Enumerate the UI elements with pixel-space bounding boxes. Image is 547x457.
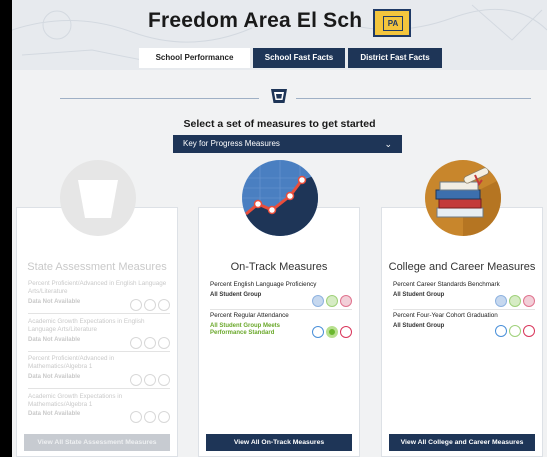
status-dot xyxy=(144,298,156,311)
card-title: College and Career Measures xyxy=(388,261,536,273)
divider xyxy=(393,309,535,310)
status-dot-green xyxy=(509,294,521,307)
tab-school-performance[interactable]: School Performance xyxy=(139,48,250,68)
card-title: State Assessment Measures xyxy=(27,261,167,273)
divider-left xyxy=(60,98,259,99)
prompt-text: Select a set of measures to get started xyxy=(183,118,376,130)
pa-badge-text: PA xyxy=(383,16,403,31)
status-dot xyxy=(130,410,142,423)
divider xyxy=(28,388,170,389)
status-dots xyxy=(493,292,535,310)
trend-chart-icon xyxy=(242,160,318,236)
status-dots xyxy=(493,322,535,340)
status-dot xyxy=(130,298,142,311)
measure-name: Percent Career Standards Benchmark xyxy=(393,281,500,288)
status-dot xyxy=(130,373,142,386)
measure-name: Percent Proficient/Advanced in Mathemati… xyxy=(28,355,115,370)
measure-group: All Student Group xyxy=(393,323,445,329)
status-dot xyxy=(158,298,170,311)
page-title: Freedom Area El Sch xyxy=(148,9,363,32)
measure-group: Data Not Available xyxy=(28,299,81,305)
card-state-assessment: State Assessment Measures Percent Profic… xyxy=(16,160,178,457)
divider-right xyxy=(296,98,531,99)
tab-district-fast-facts[interactable]: District Fast Facts xyxy=(348,48,442,68)
measure-name: Percent Four-Year Cohort Graduation xyxy=(393,312,498,319)
card-college-career: College and Career Measures Percent Care… xyxy=(381,160,543,457)
page: Freedom Area El Sch PA School Performanc… xyxy=(12,0,547,457)
keystone-icon xyxy=(271,89,287,103)
status-dots xyxy=(128,408,170,426)
status-dot xyxy=(144,410,156,423)
status-dot-red xyxy=(523,324,535,337)
status-dot-green xyxy=(326,294,338,307)
divider xyxy=(28,351,170,352)
measure-group: Data Not Available xyxy=(28,411,81,417)
status-dot-green xyxy=(509,324,521,337)
divider xyxy=(28,313,170,314)
card-on-track: On-Track Measures Percent English Langua… xyxy=(198,160,360,457)
status-dot-red xyxy=(523,294,535,307)
status-dot-blue xyxy=(312,325,324,338)
status-dot xyxy=(144,373,156,386)
chevron-down-icon: ⌄ xyxy=(384,139,392,149)
pa-badge-icon: PA xyxy=(373,9,411,37)
view-all-on-track-button[interactable]: View All On-Track Measures xyxy=(206,434,352,451)
view-all-college-career-button[interactable]: View All College and Career Measures xyxy=(389,434,535,451)
keystone-icon xyxy=(60,160,136,236)
status-dot-blue xyxy=(495,324,507,337)
status-dot xyxy=(158,373,170,386)
status-dot xyxy=(158,410,170,423)
measures-key-select[interactable]: Key for Progress Measures ⌄ xyxy=(173,135,402,153)
header: Freedom Area El Sch PA School Performanc… xyxy=(12,0,547,70)
status-dot xyxy=(130,336,142,349)
status-dot xyxy=(158,336,170,349)
status-dot-blue xyxy=(495,294,507,307)
status-dots xyxy=(310,292,352,310)
status-dots xyxy=(310,323,352,341)
measure-name: Academic Growth Expectations in English … xyxy=(28,318,145,333)
status-dots xyxy=(128,371,170,389)
select-value: Key for Progress Measures xyxy=(183,139,280,148)
status-dot xyxy=(144,336,156,349)
measure-group: All Student Group xyxy=(210,292,262,298)
tab-school-fast-facts[interactable]: School Fast Facts xyxy=(253,48,345,68)
card-title: On-Track Measures xyxy=(230,261,328,273)
status-dot-red xyxy=(340,325,352,338)
books-diploma-icon xyxy=(425,160,501,236)
measure-group: All Student Group xyxy=(393,292,445,298)
measure-name: Percent Proficient/Advanced in English L… xyxy=(28,280,167,295)
view-all-state-assessment-button[interactable]: View All State Assessment Measures xyxy=(24,434,170,451)
measure-group-status: All Student Group Meets Performance Stan… xyxy=(210,323,281,336)
status-dots xyxy=(128,296,170,314)
measure-group: Data Not Available xyxy=(28,374,81,380)
status-dot-green-active xyxy=(326,325,338,338)
divider xyxy=(210,309,352,310)
status-dot-blue xyxy=(312,294,324,307)
measure-name: Percent English Language Proficiency xyxy=(210,281,317,288)
status-dots xyxy=(128,334,170,352)
measure-name: Percent Regular Attendance xyxy=(210,312,289,319)
measure-name: Academic Growth Expectations in Mathemat… xyxy=(28,393,123,408)
measure-group: Data Not Available xyxy=(28,337,81,343)
status-dot-red xyxy=(340,294,352,307)
